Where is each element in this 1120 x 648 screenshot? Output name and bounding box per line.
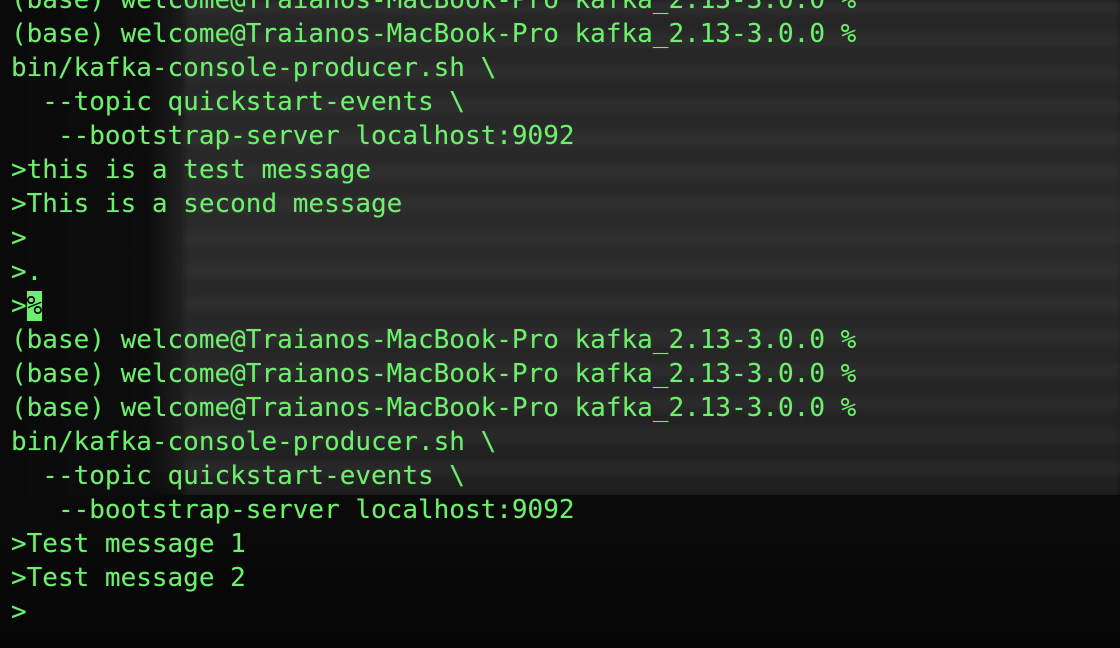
terminal-output: (base) welcome@Traianos-MacBook-Pro kafk…: [11, 0, 1120, 629]
producer-input-line: >This is a second message: [11, 189, 403, 219]
command-line: --bootstrap-server localhost:9092: [11, 495, 575, 525]
prompt-line: (base) welcome@Traianos-MacBook-Pro kafk…: [11, 19, 857, 49]
prompt-line: (base) welcome@Traianos-MacBook-Pro kafk…: [11, 359, 857, 389]
producer-input-line: >%: [11, 289, 1120, 323]
terminal-window[interactable]: (base) welcome@Traianos-MacBook-Pro kafk…: [0, 0, 1120, 648]
producer-input-line: >Test message 1: [11, 529, 246, 559]
prompt-line: (base) welcome@Traianos-MacBook-Pro kafk…: [11, 0, 857, 15]
producer-input-line: >.: [11, 257, 43, 287]
producer-prompt-marker: >: [11, 291, 27, 321]
prompt-line: (base) welcome@Traianos-MacBook-Pro kafk…: [11, 393, 857, 423]
producer-input-line: >: [11, 223, 27, 253]
command-line: --topic quickstart-events \: [11, 87, 465, 117]
highlighted-percent-marker: %: [26, 291, 43, 321]
producer-input-line: >Test message 2: [11, 563, 246, 593]
active-input-line[interactable]: >: [11, 595, 1120, 629]
command-line: bin/kafka-console-producer.sh \: [11, 427, 497, 457]
command-line: bin/kafka-console-producer.sh \: [11, 53, 497, 83]
prompt-line: (base) welcome@Traianos-MacBook-Pro kafk…: [11, 325, 857, 355]
command-line: --topic quickstart-events \: [11, 461, 465, 491]
producer-input-line: >this is a test message: [11, 155, 372, 185]
command-line: --bootstrap-server localhost:9092: [11, 121, 575, 151]
